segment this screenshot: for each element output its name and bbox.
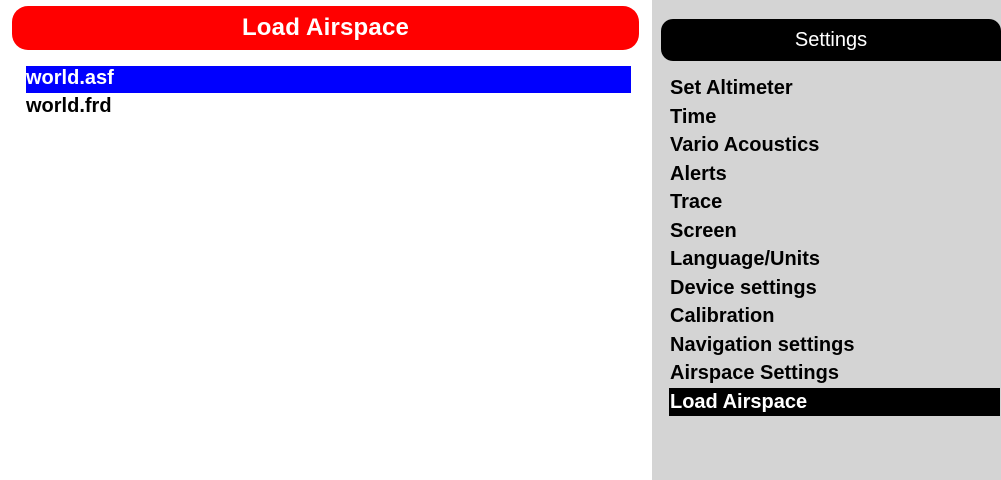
settings-panel: Settings Set Altimeter Time Vario Acoust… (652, 0, 1001, 480)
settings-item-label: Alerts (670, 162, 727, 185)
settings-item-label: Device settings (670, 276, 817, 299)
settings-item-calibration[interactable]: Calibration (669, 302, 1001, 331)
load-airspace-title: Load Airspace (241, 14, 410, 41)
settings-item-label: Set Altimeter (670, 77, 793, 99)
settings-item-trace[interactable]: Trace (669, 188, 1001, 217)
settings-item-label: Trace (670, 191, 723, 213)
settings-item-label: Airspace Settings (670, 362, 839, 384)
settings-item-screen[interactable]: Screen (669, 217, 1001, 246)
load-airspace-panel: Load Airspace world.asf world.frd (0, 0, 652, 480)
file-item-label: world.asf (26, 67, 114, 89)
settings-item-airspace-settings[interactable]: Airspace Settings (669, 359, 1001, 388)
file-item-world-frd[interactable]: world.frd (26, 94, 631, 121)
settings-item-set-altimeter[interactable]: Set Altimeter (669, 74, 1001, 103)
load-airspace-title-bar: Load Airspace (12, 6, 639, 50)
airspace-file-list: world.asf world.frd (26, 66, 631, 122)
settings-item-label: Calibration (670, 305, 775, 327)
settings-item-navigation-settings[interactable]: Navigation settings (669, 331, 1001, 360)
settings-item-alerts[interactable]: Alerts (669, 160, 1001, 189)
settings-item-label: Time (670, 105, 717, 128)
file-item-label: world.frd (26, 95, 112, 117)
settings-item-label: Navigation settings (670, 333, 855, 356)
settings-title-bar: Settings (661, 19, 1001, 61)
settings-item-load-airspace[interactable]: Load Airspace (669, 387, 1000, 416)
settings-item-device-settings[interactable]: Device settings (669, 274, 1001, 303)
file-item-world-asf[interactable]: world.asf (26, 66, 631, 93)
settings-item-language-units[interactable]: Language/Units (669, 245, 1001, 274)
settings-item-label: Vario Acoustics (670, 134, 820, 156)
settings-item-vario-acoustics[interactable]: Vario Acoustics (669, 131, 1001, 160)
settings-item-label: Screen (670, 219, 737, 242)
settings-title: Settings (794, 28, 868, 51)
settings-item-label: Language/Units (670, 248, 821, 270)
settings-item-label: Load Airspace (670, 390, 808, 413)
settings-menu: Set Altimeter Time Vario Acoustics Alert… (669, 74, 1001, 416)
settings-item-time[interactable]: Time (669, 103, 1001, 132)
